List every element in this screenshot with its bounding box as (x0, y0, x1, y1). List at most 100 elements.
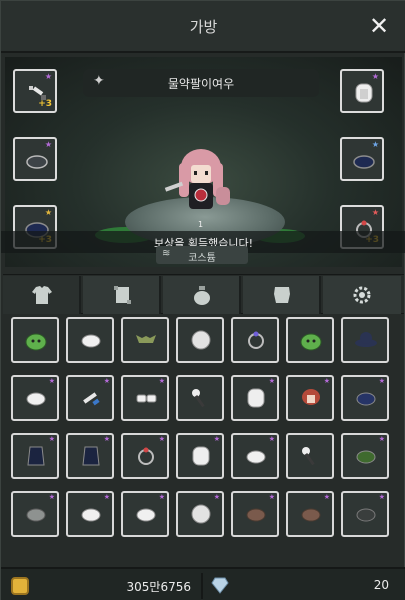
staff-icon (192, 389, 205, 408)
star-icon: ★ (371, 208, 379, 217)
green-slime-icon (300, 333, 322, 351)
inventory-slot[interactable]: ★ (176, 491, 224, 537)
star-icon: ★ (48, 435, 55, 443)
inventory-slot[interactable] (341, 317, 389, 363)
equip-slot-weapon[interactable]: ★ +3 (13, 69, 57, 113)
star-icon: ★ (268, 493, 275, 501)
hide-icon (274, 287, 290, 303)
green-slime-icon (25, 333, 47, 351)
inventory-window: 가방 ✕ ★ +3 ★ ★ +3 ★ ★ ★ +3 ✦ 물약팔이여우 (0, 0, 405, 600)
gloves-icon (26, 155, 48, 169)
inventory-slot[interactable]: ★ (231, 433, 279, 479)
inventory-slot[interactable]: ★ (341, 375, 389, 421)
star-icon: ★ (48, 377, 55, 385)
white-orb-icon (191, 330, 211, 350)
costume-button[interactable]: ≋ 코스튬 (156, 246, 248, 264)
character-avatar (164, 149, 230, 209)
inventory-slot[interactable]: ★ (66, 433, 114, 479)
inventory-slot[interactable]: ★ (286, 375, 334, 421)
star-icon: ★ (213, 435, 220, 443)
inventory-slot[interactable] (176, 317, 224, 363)
diamond-icon (211, 577, 229, 594)
star-icon: ★ (103, 493, 110, 501)
tab-pouch[interactable] (163, 276, 241, 314)
inventory-slot[interactable] (11, 317, 59, 363)
gear-icon (353, 286, 371, 304)
inventory-slot[interactable]: ★ (11, 375, 59, 421)
enhance-level: +3 (38, 99, 52, 109)
shirt-icon (32, 286, 52, 304)
star-icon: ★ (378, 493, 385, 501)
inventory-slot[interactable] (286, 433, 334, 479)
gold-coin-icon (11, 577, 29, 595)
star-icon: ★ (268, 377, 275, 385)
costume-label: 코스튬 (188, 253, 216, 264)
inventory-slot[interactable]: ★ (341, 433, 389, 479)
navy-gloves-icon (356, 392, 376, 406)
star-icon: ★ (44, 72, 52, 81)
boots-icon (353, 155, 375, 169)
equip-slot-boots[interactable]: ★ (340, 137, 384, 181)
inventory-slot[interactable] (121, 317, 169, 363)
tab-material[interactable] (243, 276, 321, 314)
grey-gloves-icon (26, 508, 46, 522)
inventory-slot[interactable]: ★ (66, 491, 114, 537)
tab-settings[interactable] (323, 276, 401, 314)
star-icon: ★ (371, 140, 379, 149)
inventory-slot[interactable]: ★ (121, 375, 169, 421)
hood-icon (355, 83, 373, 103)
pouch-icon (194, 286, 210, 305)
star-icon: ★ (44, 208, 52, 217)
star-icon: ★ (103, 377, 110, 385)
dark-cape-icon (27, 446, 45, 466)
character-level: 1 (198, 220, 204, 229)
gem-amount: 20 (373, 578, 389, 592)
inventory-slot[interactable]: ★ (341, 491, 389, 537)
close-icon: ✕ (368, 12, 390, 40)
red-ring-icon (138, 447, 154, 465)
star-icon: ★ (323, 377, 330, 385)
tab-scroll[interactable] (83, 276, 161, 314)
inventory-slot[interactable]: ★ (11, 491, 59, 537)
inventory-slot[interactable]: ★ (231, 491, 279, 537)
inventory-slot[interactable]: ★ (11, 433, 59, 479)
equip-slot-hood[interactable]: ★ (340, 69, 384, 113)
window-title: 가방 (189, 18, 218, 36)
green-gloves-icon (356, 450, 376, 464)
white-hood-icon (192, 446, 210, 466)
star-icon: ★ (158, 493, 165, 501)
inventory-slot[interactable]: ★ (121, 433, 169, 479)
scroll-icon (114, 286, 131, 304)
inventory-slot[interactable]: ★ (286, 491, 334, 537)
inventory-slot[interactable]: ★ (121, 491, 169, 537)
dagger-icon (83, 392, 100, 406)
white-gloves-icon (246, 450, 266, 464)
inventory-grid: ★ ★ ★ ★ ★ ★ ★ ★ ★ ★ ★ ★ ★ ★ ★ ★ ★ ★ ★ (7, 317, 400, 567)
dark-boots-icon (356, 508, 376, 522)
tab-armor[interactable] (3, 276, 81, 314)
inventory-slot[interactable]: ★ (66, 375, 114, 421)
star-icon: ★ (323, 493, 330, 501)
inventory-slot[interactable] (176, 375, 224, 421)
equip-slot-gloves[interactable]: ★ (13, 137, 57, 181)
star-icon: ★ (158, 377, 165, 385)
inventory-slot[interactable] (66, 317, 114, 363)
star-icon: ★ (213, 493, 220, 501)
inventory-slot[interactable] (231, 317, 279, 363)
star-icon: ★ (48, 493, 55, 501)
inventory-slot[interactable]: ★ (231, 375, 279, 421)
inventory-slot[interactable]: ★ (176, 433, 224, 479)
brown-boots-icon (246, 508, 266, 522)
inventory-slot[interactable] (286, 317, 334, 363)
brown-boots-icon (301, 508, 321, 522)
white-boots-icon (136, 394, 157, 403)
white-hood-icon (247, 388, 265, 408)
white-gloves-icon (81, 334, 101, 348)
character-name-plate: ✦ 물약팔이여우 (83, 69, 319, 97)
white-gloves-icon (81, 508, 101, 522)
character-name: 물약팔이여우 (167, 77, 235, 91)
gold-amount: 305만6756 (126, 580, 191, 594)
close-button[interactable]: ✕ (366, 13, 392, 39)
white-gloves-icon (136, 508, 156, 522)
star-icon: ★ (378, 377, 385, 385)
